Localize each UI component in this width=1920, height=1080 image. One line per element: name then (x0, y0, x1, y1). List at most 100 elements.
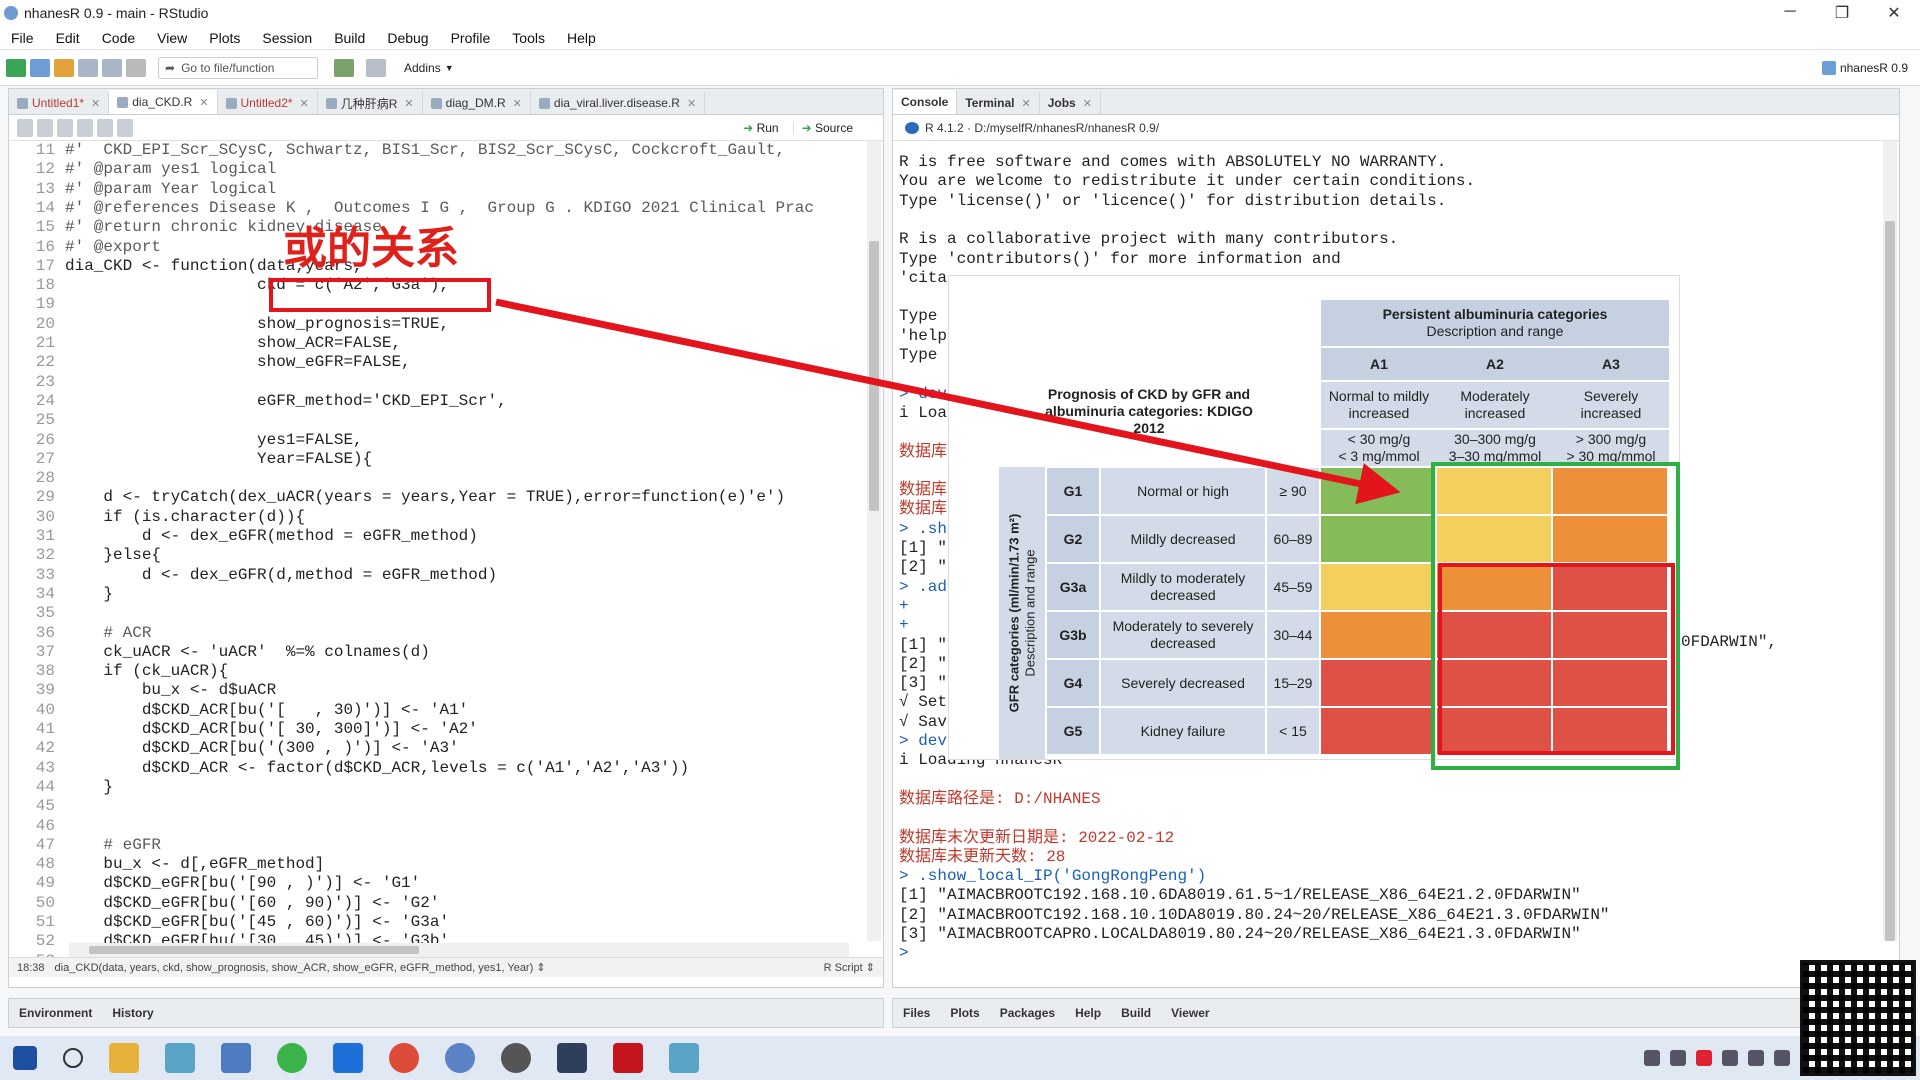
menu-view[interactable]: View (146, 30, 198, 46)
chrome-icon[interactable] (389, 1043, 419, 1073)
close-tab-icon[interactable]: ✕ (1083, 97, 1092, 110)
file-type[interactable]: R Script ⇕ (824, 961, 875, 974)
search-icon[interactable] (63, 1048, 83, 1068)
grid-layout-icon[interactable] (366, 58, 386, 77)
working-directory[interactable]: R 4.1.2 · D:/myselfR/nhanesR/nhanesR 0.9… (925, 121, 1159, 135)
file-explorer-icon[interactable] (109, 1043, 139, 1073)
save-icon[interactable] (78, 58, 98, 77)
save-icon[interactable] (77, 118, 93, 137)
source-button[interactable]: ➜ Source (792, 120, 853, 135)
addins-menu[interactable]: Addins (404, 61, 441, 75)
horizontal-scrollbar[interactable] (69, 943, 849, 957)
back-icon[interactable] (17, 118, 33, 137)
menu-tools[interactable]: Tools (501, 30, 556, 46)
menu-file[interactable]: File (0, 30, 45, 46)
close-button[interactable]: ✕ (1868, 3, 1920, 23)
menu-profile[interactable]: Profile (440, 30, 502, 46)
new-file-icon[interactable] (6, 58, 26, 77)
close-tab-icon[interactable]: ✕ (199, 96, 208, 109)
r-file-icon (325, 97, 337, 109)
editor-tab[interactable]: diag_DM.R ✕ (423, 92, 531, 114)
tab-history[interactable]: History (102, 1006, 163, 1020)
tab-jobs[interactable]: Jobs ✕ (1040, 92, 1101, 114)
line-number: 35 (35, 604, 55, 623)
settings-icon[interactable] (501, 1043, 531, 1073)
start-icon[interactable] (13, 1046, 37, 1070)
git-icon[interactable] (334, 58, 354, 77)
close-tab-icon[interactable]: ✕ (1021, 97, 1030, 110)
goto-file-input[interactable]: ➦ Go to file/function (158, 56, 318, 79)
close-tab-icon[interactable]: ✕ (91, 97, 100, 110)
microphone-icon[interactable] (1670, 1050, 1686, 1066)
close-tab-icon[interactable]: ✕ (300, 97, 309, 110)
function-navigator[interactable]: dia_CKD(data, years, ckd, show_prognosis… (55, 961, 546, 974)
rstudio-icon[interactable] (445, 1043, 475, 1073)
line-number: 49 (35, 874, 55, 893)
close-tab-icon[interactable]: ✕ (687, 97, 696, 110)
acrobat-icon[interactable] (613, 1043, 643, 1073)
close-tab-icon[interactable]: ✕ (513, 97, 522, 110)
albuminuria-range: < 30 mg/g < 3 mg/mmol (1321, 430, 1437, 466)
app-icon[interactable] (669, 1043, 699, 1073)
run-button[interactable]: ➜ Run (743, 121, 778, 135)
wifi-icon[interactable] (1748, 1050, 1764, 1066)
vertical-scrollbar[interactable] (1883, 141, 1897, 941)
tab-label: dia_viral.liver.disease.R (553, 96, 680, 110)
show-in-window-icon[interactable] (57, 118, 73, 137)
scroll-thumb[interactable] (869, 241, 879, 511)
line-number: 20 (35, 314, 55, 333)
tab-environment[interactable]: Environment (9, 1006, 102, 1020)
search-icon[interactable] (97, 118, 113, 137)
code-line: 19 (9, 295, 65, 314)
scroll-thumb[interactable] (89, 946, 419, 954)
app-icon[interactable] (165, 1043, 195, 1073)
ime-icon[interactable] (1722, 1050, 1738, 1066)
editor-tab[interactable]: dia_viral.liver.disease.R ✕ (531, 92, 706, 114)
tab-terminal[interactable]: Terminal ✕ (957, 92, 1040, 114)
tab-console[interactable]: Console (893, 90, 958, 114)
console-line: [3] " (899, 674, 948, 693)
tab-packages[interactable]: Packages (990, 1006, 1065, 1020)
menu-debug[interactable]: Debug (376, 30, 439, 46)
editor-tab-active[interactable]: dia_CKD.R ✕ (109, 90, 218, 114)
chevron-up-icon[interactable] (1644, 1050, 1660, 1066)
editor-tab[interactable]: 几种肝病R ✕ (318, 92, 423, 114)
print-icon[interactable] (126, 58, 146, 77)
line-code: bu_x <- d$uACR (65, 681, 277, 700)
tab-plots[interactable]: Plots (940, 1006, 989, 1020)
restore-button[interactable]: ❐ (1816, 3, 1868, 23)
new-project-icon[interactable] (30, 58, 50, 77)
forward-icon[interactable] (37, 118, 53, 137)
app-tray-icon[interactable] (1696, 1050, 1712, 1066)
menu-help[interactable]: Help (556, 30, 607, 46)
menu-session[interactable]: Session (251, 30, 323, 46)
open-file-icon[interactable] (54, 58, 74, 77)
tab-label: diag_DM.R (445, 96, 506, 110)
menu-code[interactable]: Code (91, 30, 146, 46)
tab-label: Terminal (965, 96, 1015, 110)
close-tab-icon[interactable]: ✕ (404, 97, 413, 110)
minimize-button[interactable]: ─ (1764, 3, 1816, 23)
line-code: show_prognosis=TRUE, (65, 314, 450, 333)
editor-tab[interactable]: Untitled2* ✕ (218, 92, 318, 114)
tab-help[interactable]: Help (1065, 1006, 1111, 1020)
sas-icon[interactable] (221, 1043, 251, 1073)
menu-edit[interactable]: Edit (45, 30, 91, 46)
menu-plots[interactable]: Plots (198, 30, 251, 46)
app-icon[interactable] (557, 1043, 587, 1073)
save-all-icon[interactable] (102, 58, 122, 77)
menu-build[interactable]: Build (323, 30, 376, 46)
editor-tab[interactable]: Untitled1* ✕ (9, 92, 110, 114)
app-icon[interactable] (333, 1043, 363, 1073)
scroll-thumb[interactable] (1885, 221, 1895, 941)
tab-files[interactable]: Files (893, 1006, 940, 1020)
line-code: #' @param yes1 logical (65, 160, 277, 179)
vertical-scrollbar[interactable] (867, 141, 881, 941)
wechat-icon[interactable] (277, 1043, 307, 1073)
project-menu[interactable]: nhanesR 0.9 (1821, 60, 1908, 75)
code-tools-icon[interactable] (117, 118, 133, 137)
tab-viewer[interactable]: Viewer (1161, 1006, 1219, 1020)
line-code: Year=FALSE){ (65, 449, 373, 468)
volume-icon[interactable] (1774, 1050, 1790, 1066)
tab-build[interactable]: Build (1111, 1006, 1161, 1020)
